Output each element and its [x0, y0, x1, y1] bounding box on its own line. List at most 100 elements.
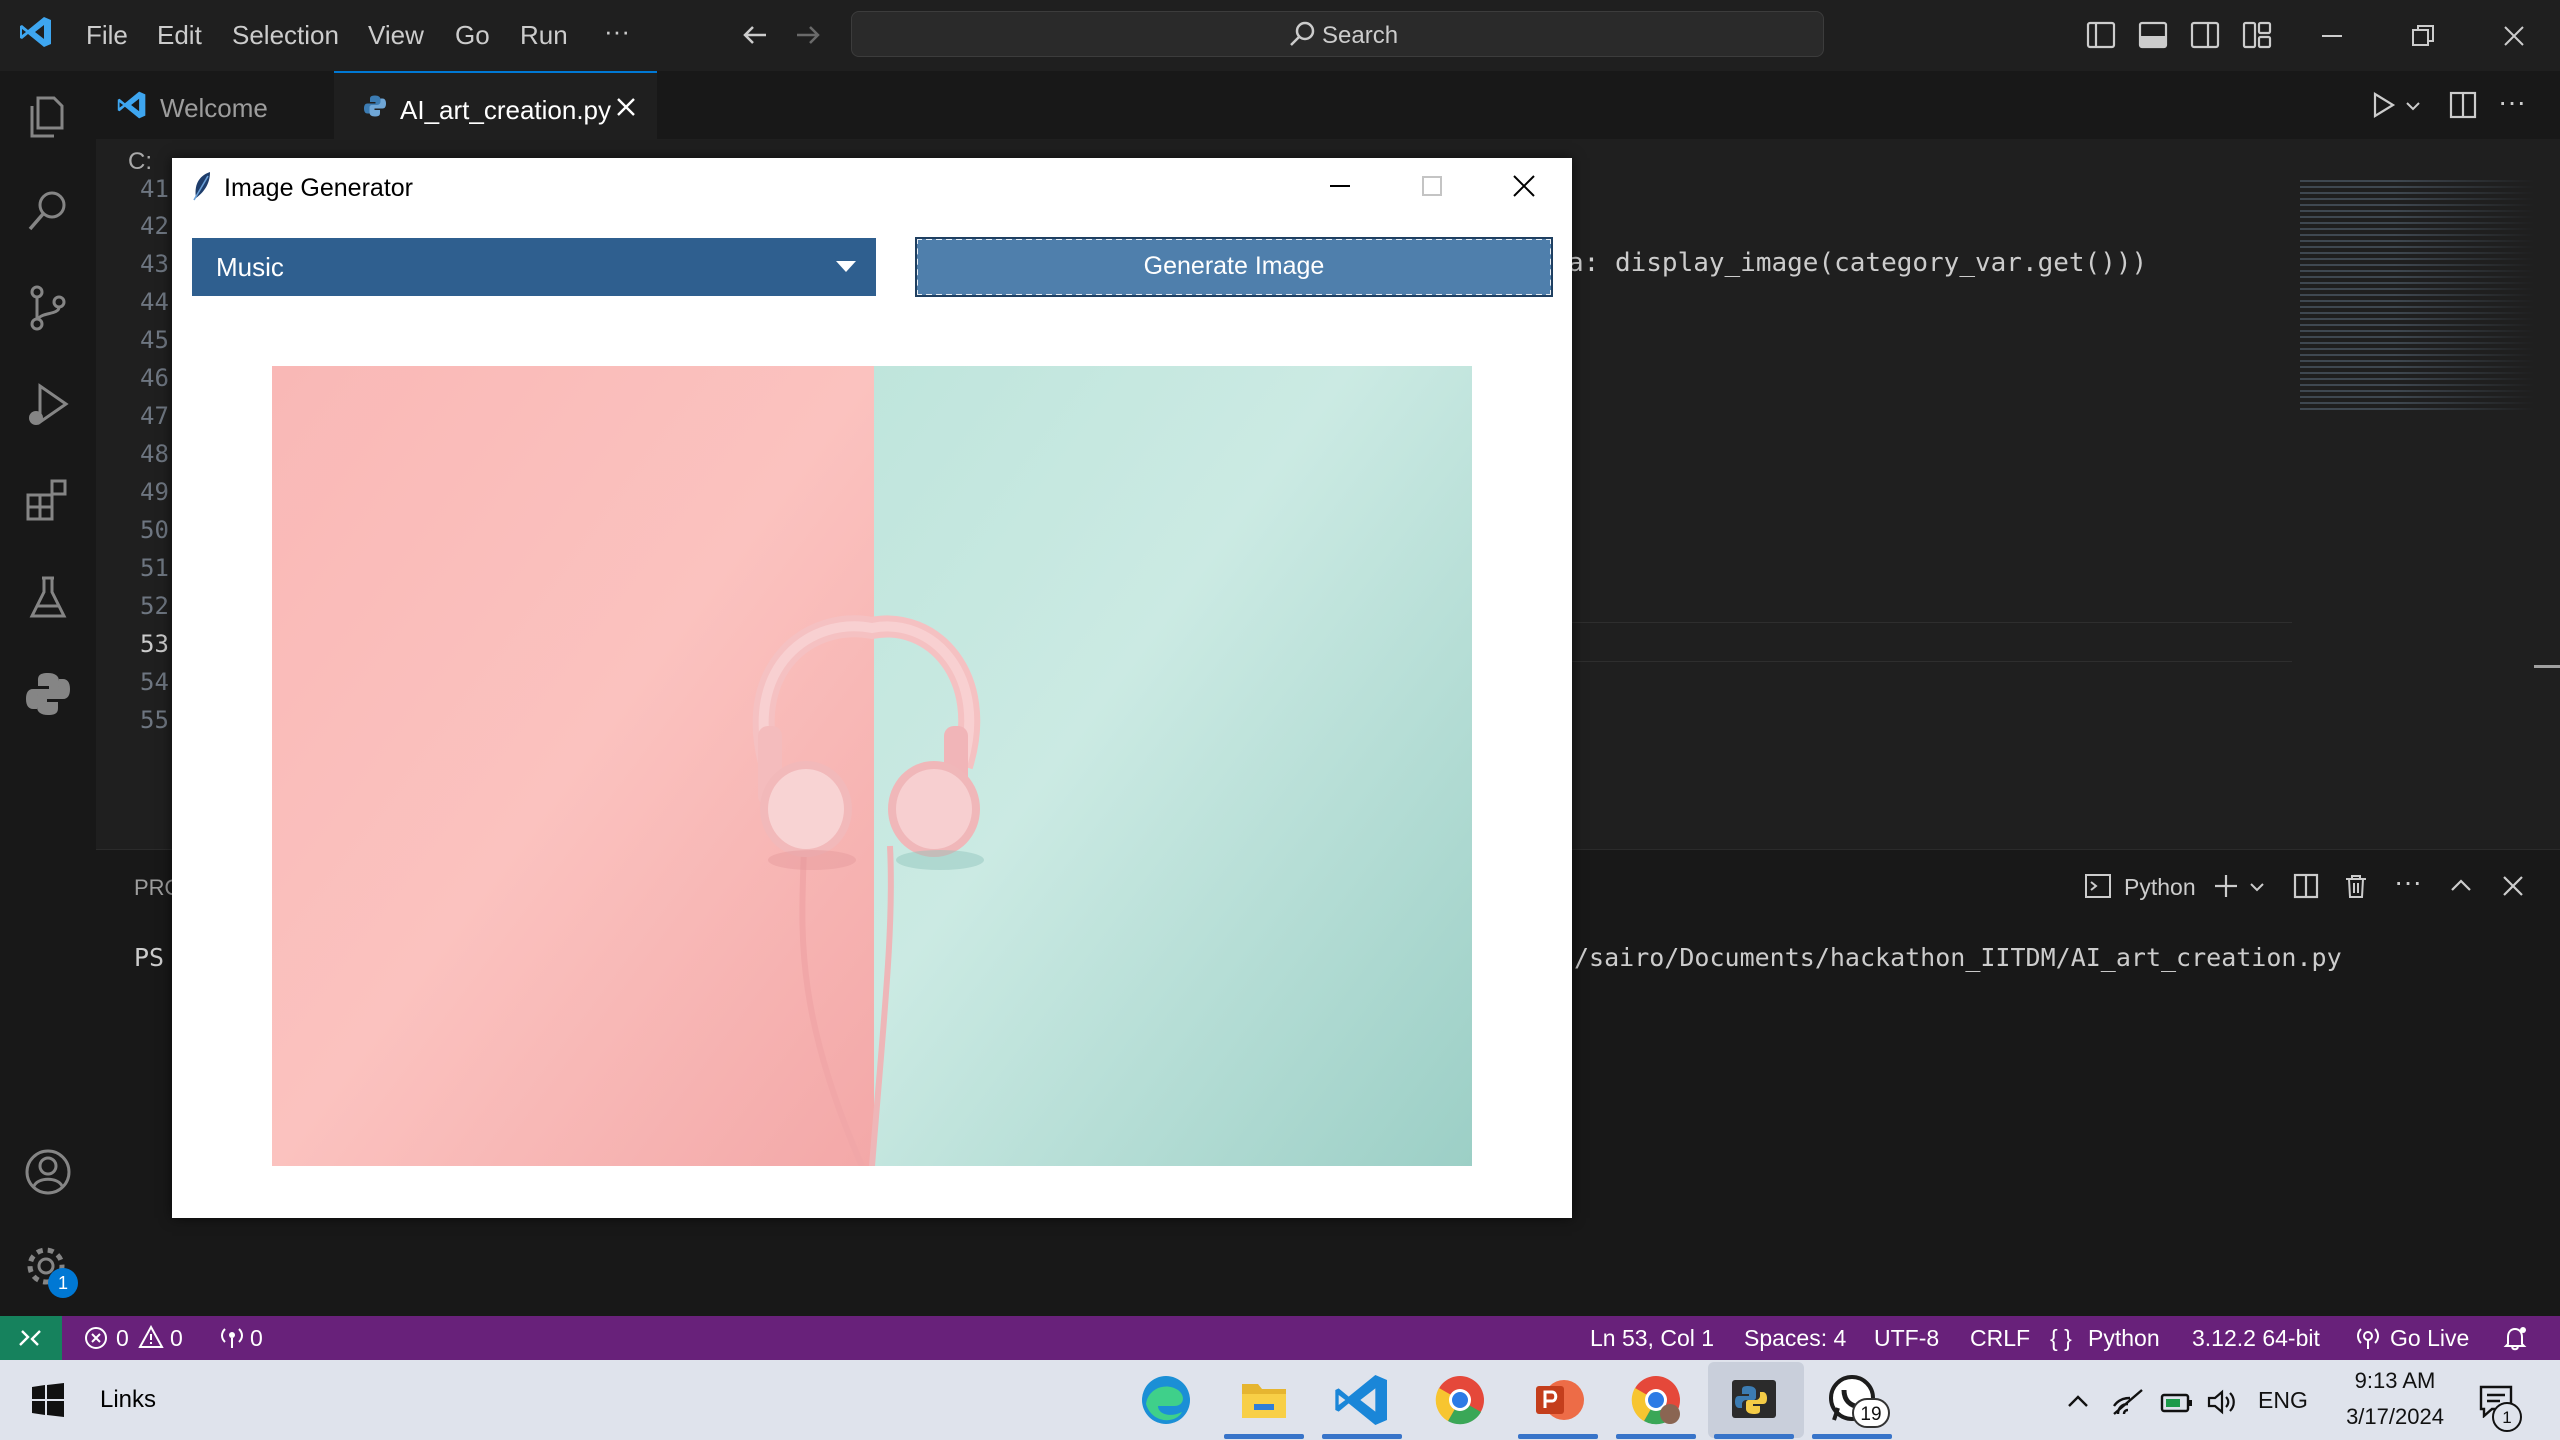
category-dropdown[interactable]	[192, 238, 876, 296]
tab-welcome[interactable]: Welcome	[96, 71, 334, 139]
toggle-primary-sidebar-icon[interactable]	[2086, 20, 2116, 50]
menu-run[interactable]: Run	[520, 20, 568, 51]
dialog-close-icon[interactable]	[1510, 172, 1538, 200]
toggle-panel-icon[interactable]	[2138, 20, 2168, 50]
menu-selection[interactable]: Selection	[232, 20, 339, 51]
powerpoint-icon[interactable]	[1528, 1370, 1588, 1430]
menu-file[interactable]: File	[86, 20, 128, 51]
input-language[interactable]: ENG	[2258, 1387, 2308, 1414]
go-live-radio-icon	[2357, 1328, 2379, 1349]
terminal-profile-label[interactable]: Python	[2124, 874, 2196, 901]
vscode-taskbar-icon[interactable]	[1332, 1370, 1392, 1430]
new-terminal-plus-icon[interactable]	[2212, 872, 2240, 900]
dialog-minimize-icon[interactable]	[1326, 172, 1354, 200]
breadcrumb[interactable]: C:	[128, 148, 152, 176]
search-view-icon[interactable]	[22, 185, 74, 237]
customize-layout-icon[interactable]	[2242, 20, 2272, 50]
maximize-panel-chevron-up-icon[interactable]	[2448, 873, 2474, 899]
line-number: 46	[140, 364, 169, 392]
language-mode[interactable]: Python	[2088, 1325, 2160, 1352]
generated-image	[272, 366, 1472, 1166]
run-and-debug-icon[interactable]	[22, 378, 74, 430]
chrome-profile-icon[interactable]	[1626, 1370, 1686, 1430]
search-icon	[1290, 21, 1315, 46]
python-interpreter[interactable]: 3.12.2 64-bit	[2192, 1325, 2320, 1352]
run-dropdown-chevron-icon[interactable]	[2404, 97, 2422, 115]
indentation[interactable]: Spaces: 4	[1744, 1325, 1846, 1352]
accounts-icon[interactable]	[22, 1146, 74, 1198]
line-number: 51	[140, 554, 169, 582]
dialog-maximize-icon[interactable]	[1418, 172, 1446, 200]
editor-more-actions[interactable]: ···	[2498, 86, 2526, 118]
chrome-running-indicator	[1616, 1434, 1696, 1439]
line-number: 41	[140, 175, 169, 203]
source-control-icon[interactable]	[22, 282, 74, 334]
split-editor-icon[interactable]	[2448, 90, 2478, 120]
line-number: 44	[140, 288, 169, 316]
line-number: 50	[140, 516, 169, 544]
line-number: 49	[140, 478, 169, 506]
line-number: 52	[140, 592, 169, 620]
ports-count[interactable]: 0	[250, 1325, 263, 1352]
warning-count[interactable]: 0	[170, 1325, 183, 1352]
tab-ai-art-creation[interactable]: AI_art_creation.py	[334, 71, 657, 139]
back-arrow-icon[interactable]	[740, 20, 770, 50]
close-panel-icon[interactable]	[2500, 873, 2526, 899]
volume-icon[interactable]	[2206, 1388, 2238, 1416]
whatsapp-unread-badge: 19	[1852, 1398, 1890, 1428]
remote-indicator[interactable]	[0, 1316, 62, 1360]
wifi-icon[interactable]	[2112, 1388, 2144, 1416]
end-of-line[interactable]: CRLF	[1970, 1325, 2030, 1352]
chrome-icon[interactable]	[1430, 1370, 1490, 1430]
close-tab-icon[interactable]	[614, 95, 638, 119]
battery-icon[interactable]	[2160, 1388, 2194, 1416]
status-bar	[0, 1316, 2560, 1360]
python-tk-app-icon[interactable]	[1724, 1370, 1784, 1430]
edge-browser-icon[interactable]	[1136, 1370, 1196, 1430]
error-count[interactable]: 0	[116, 1325, 129, 1352]
line-number: 54	[140, 668, 169, 696]
restore-icon[interactable]	[2409, 22, 2437, 50]
file-explorer-icon[interactable]	[1234, 1370, 1294, 1430]
cursor-position[interactable]: Ln 53, Col 1	[1590, 1325, 1714, 1352]
testing-flask-icon[interactable]	[22, 572, 74, 624]
split-terminal-icon[interactable]	[2292, 872, 2320, 900]
code-line[interactable]: a: display_image(category_var.get()))	[1568, 248, 2147, 278]
clock-time[interactable]: 9:13 AM	[2340, 1368, 2450, 1394]
forward-arrow-icon[interactable]	[793, 20, 823, 50]
terminal-icon	[2085, 874, 2111, 898]
encoding[interactable]: UTF-8	[1874, 1325, 1939, 1352]
notifications-bell-icon[interactable]	[2502, 1325, 2528, 1351]
python-icon[interactable]	[22, 668, 74, 720]
vscode-running-indicator	[1322, 1434, 1402, 1439]
menu-go[interactable]: Go	[455, 20, 490, 51]
dropdown-arrow-icon[interactable]	[834, 258, 858, 274]
notification-count-badge: 1	[2492, 1402, 2522, 1432]
minimize-icon[interactable]	[2318, 22, 2346, 50]
scrollbar-marker	[2534, 665, 2560, 668]
menu-view[interactable]: View	[368, 20, 424, 51]
go-live[interactable]: Go Live	[2390, 1325, 2469, 1352]
clock-date[interactable]: 3/17/2024	[2328, 1404, 2462, 1430]
minimap[interactable]	[2300, 180, 2536, 410]
tab-active-label: AI_art_creation.py	[400, 95, 612, 125]
show-hidden-icons-chevron-icon[interactable]	[2064, 1388, 2092, 1416]
panel-more-actions[interactable]: ···	[2394, 866, 2422, 898]
explorer-icon[interactable]	[22, 90, 74, 142]
line-number: 42	[140, 212, 169, 240]
menu-more[interactable]: ···	[604, 16, 630, 47]
run-python-file-icon[interactable]	[2368, 90, 2398, 120]
line-number: 48	[140, 440, 169, 468]
terminal-dropdown-chevron-icon[interactable]	[2248, 878, 2266, 896]
windows-start-icon[interactable]	[30, 1382, 66, 1418]
toggle-secondary-sidebar-icon[interactable]	[2190, 20, 2220, 50]
category-selected-value: Music	[216, 252, 284, 282]
tab-welcome-label: Welcome	[160, 93, 268, 123]
close-window-icon[interactable]	[2500, 22, 2528, 50]
kill-terminal-trash-icon[interactable]	[2342, 872, 2370, 900]
extensions-icon[interactable]	[22, 475, 74, 527]
search-placeholder: Search	[1322, 22, 1399, 49]
menu-edit[interactable]: Edit	[157, 20, 202, 51]
window-title: Image Generator	[224, 174, 413, 202]
links-toolbar[interactable]: Links	[100, 1386, 156, 1414]
